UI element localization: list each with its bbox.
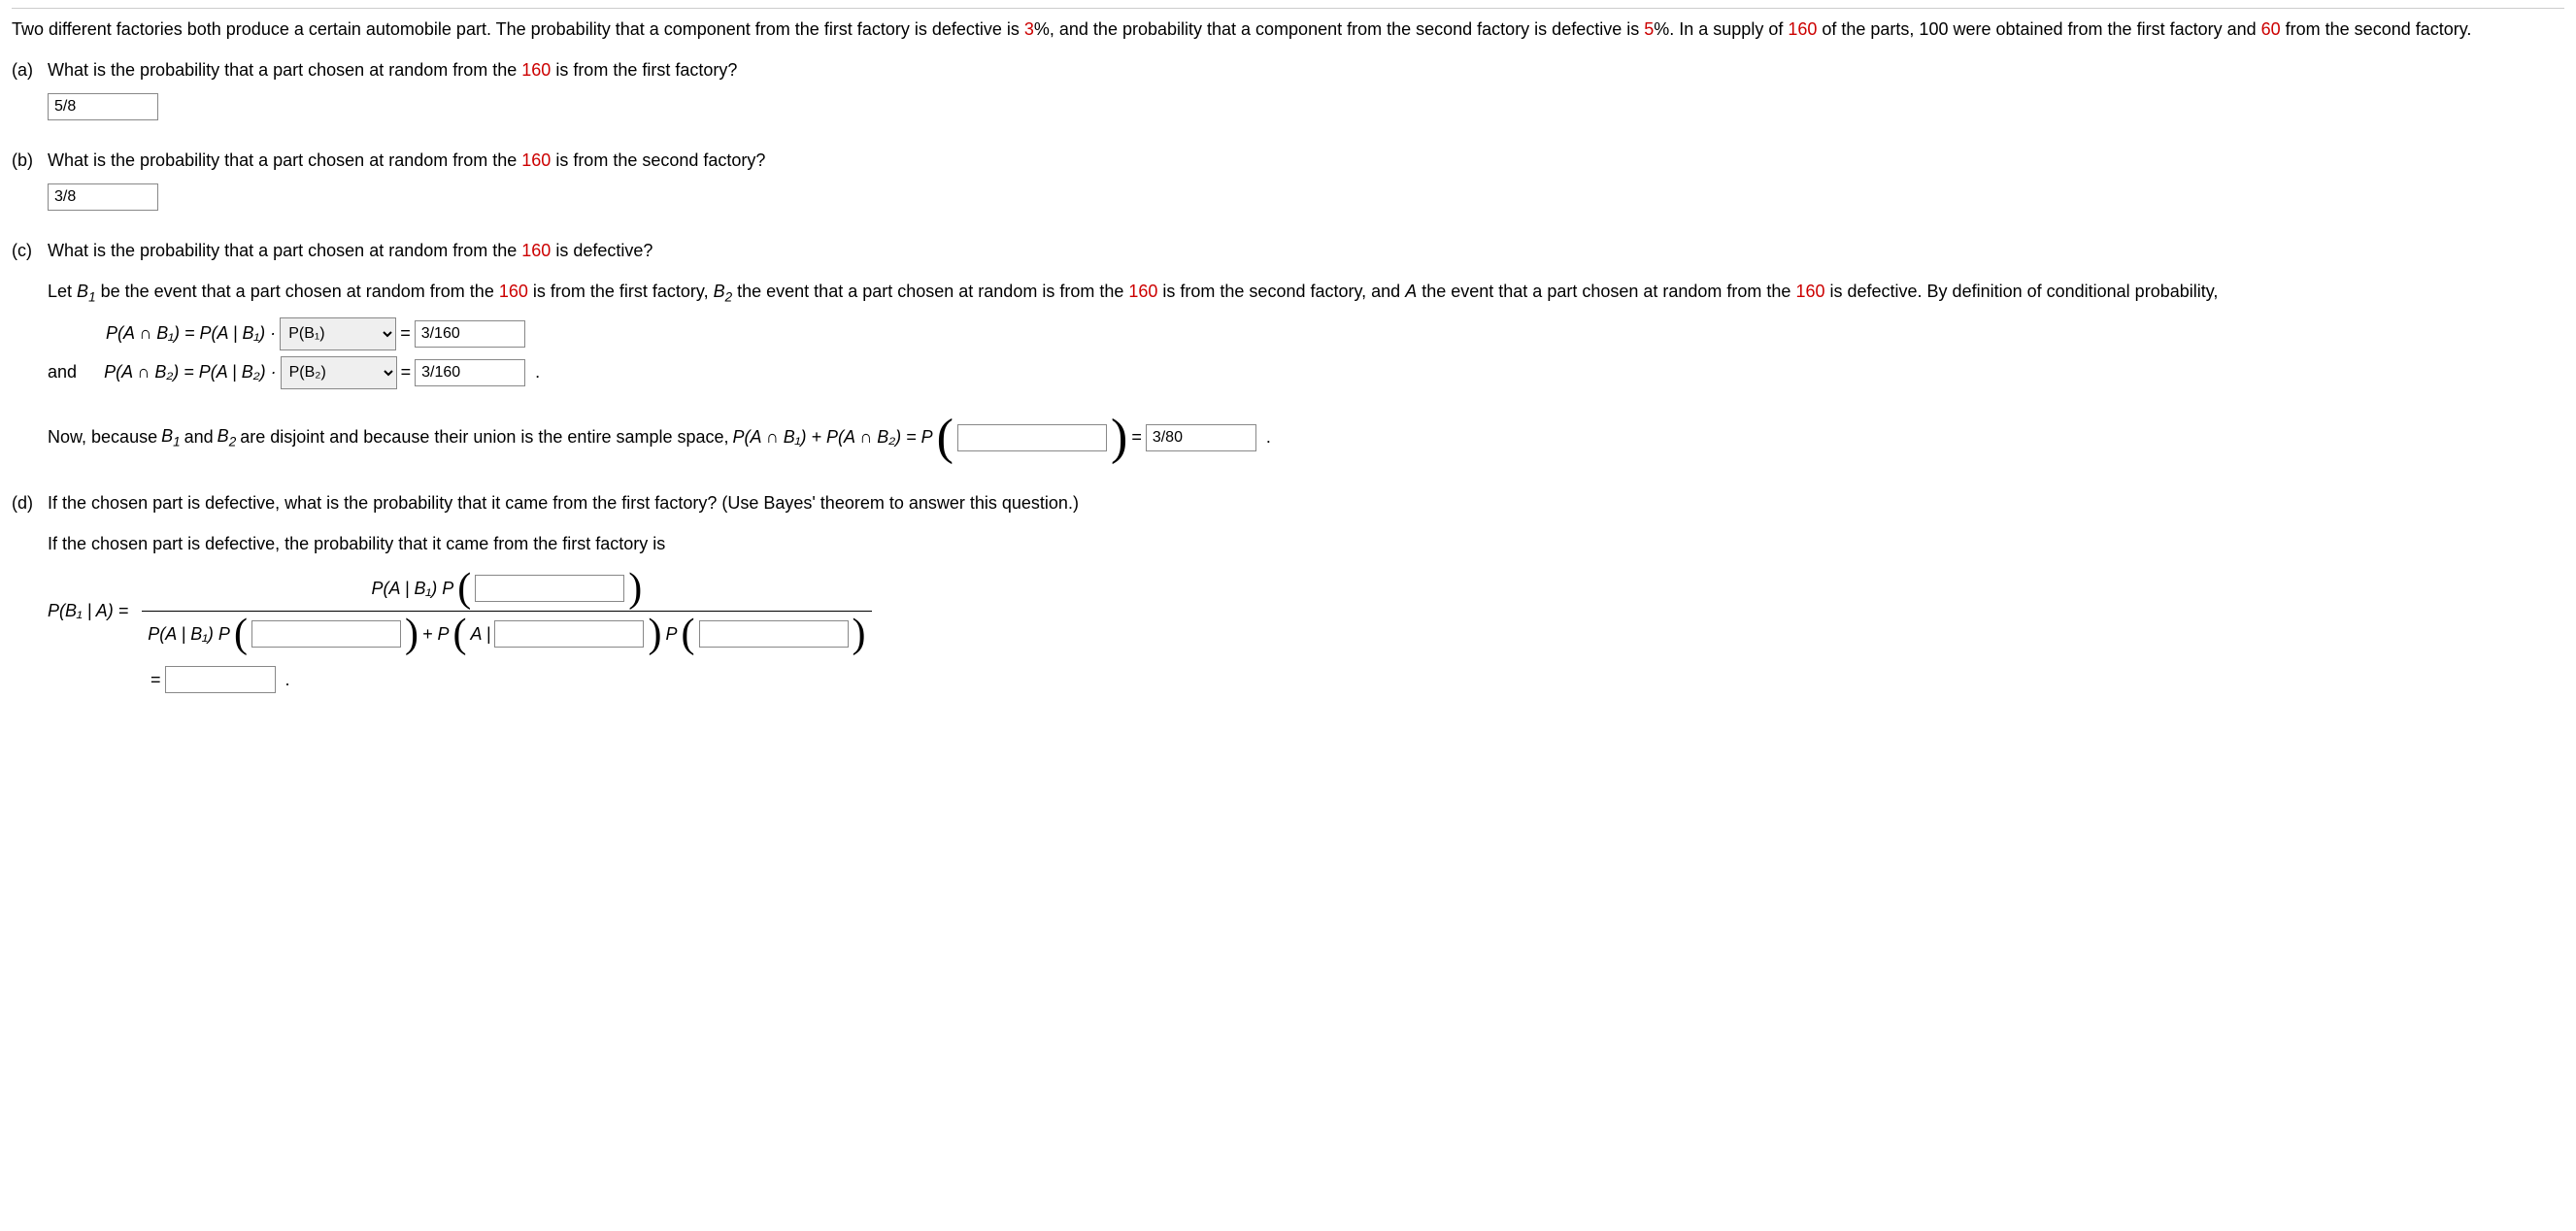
- bayes-den-input-2[interactable]: [494, 620, 644, 648]
- bayes-period: .: [285, 667, 290, 692]
- eq-row1-answer-input[interactable]: [415, 320, 525, 348]
- part-c-let-statement: Let B1 be the event that a part chosen a…: [48, 279, 2561, 307]
- part-c-total: 160: [521, 241, 551, 260]
- part-d-label: (d): [12, 490, 43, 516]
- open-paren-icon: (: [452, 614, 466, 654]
- bayes-den-plus: + P: [422, 621, 450, 647]
- close-paren-icon: ): [628, 568, 642, 609]
- bayes-den-input-1[interactable]: [251, 620, 401, 648]
- close-paren-icon: ): [1111, 413, 1127, 463]
- symbol-B1: B1: [77, 282, 96, 301]
- part-c-question-post: is defective?: [551, 241, 652, 260]
- symbol-B2: B2: [714, 282, 733, 301]
- close-paren-icon: ): [853, 614, 866, 654]
- eq-row1-eq: =: [400, 320, 411, 346]
- eq-row1-lhs: P(A ∩ B₁) = P(A | B₁) ·: [106, 320, 276, 346]
- total-parts: 160: [1788, 19, 1817, 39]
- part-b-total: 160: [521, 150, 551, 170]
- close-paren-icon: ): [405, 614, 418, 654]
- part-a-question-post: is from the first factory?: [551, 60, 737, 80]
- part-d-question: If the chosen part is defective, what is…: [48, 493, 1079, 513]
- bayes-eq2: =: [151, 667, 161, 692]
- part-a-total: 160: [521, 60, 551, 80]
- open-paren-icon: (: [234, 614, 248, 654]
- factory2-count: 60: [2261, 19, 2281, 39]
- part-c-question-pre: What is the probability that a part chos…: [48, 241, 521, 260]
- select-pb1[interactable]: P(B₁) P(B₂) P(A): [280, 317, 396, 350]
- eq-row2-eq: =: [401, 359, 412, 384]
- part-b-answer-input[interactable]: [48, 183, 158, 211]
- now-period: .: [1266, 424, 1271, 449]
- part-d-line2: If the chosen part is defective, the pro…: [48, 531, 2561, 556]
- part-b-question-pre: What is the probability that a part chos…: [48, 150, 521, 170]
- part-a-answer-input[interactable]: [48, 93, 158, 120]
- part-c-now-statement: Now, because B1 and B2 are disjoint and …: [48, 413, 2561, 463]
- eq-row2-lhs: P(A ∩ B₂) = P(A | B₂) ·: [104, 359, 277, 384]
- bayes-den-p2: P: [665, 621, 677, 647]
- part-b-label: (b): [12, 148, 43, 173]
- defect-pct-1: 3: [1024, 19, 1034, 39]
- bayes-num-pre: P(A | B₁) P: [372, 576, 454, 601]
- intro-text-2: %, and the probability that a component …: [1034, 19, 1644, 39]
- intro-text-3: %. In a supply of: [1654, 19, 1788, 39]
- bayes-den-pre: P(A | B₁) P: [148, 621, 230, 647]
- bayes-fraction: P(A | B₁) P ( ) P(A | B₁) P ( ) + P (: [142, 566, 871, 656]
- bayes-num-input[interactable]: [475, 575, 624, 602]
- and-label: and: [48, 359, 77, 384]
- now-event-input[interactable]: [957, 424, 1107, 451]
- bayes-final-answer-input[interactable]: [165, 666, 276, 693]
- intro-text-4: of the parts, 100 were obtained from the…: [1817, 19, 2260, 39]
- part-a-question-pre: What is the probability that a part chos…: [48, 60, 521, 80]
- part-a-label: (a): [12, 57, 43, 83]
- symbol-A: A: [1405, 282, 1417, 301]
- eq-row2-period: .: [535, 359, 540, 384]
- close-paren-icon: ): [648, 614, 661, 654]
- problem-intro: Two different factories both produce a c…: [12, 17, 2564, 42]
- now-eq-lhs: P(A ∩ B₁) + P(A ∩ B₂) = P: [733, 424, 933, 449]
- now-answer-input[interactable]: [1146, 424, 1256, 451]
- part-c-label: (c): [12, 238, 43, 263]
- eq-row2-answer-input[interactable]: [415, 359, 525, 386]
- intro-text-1: Two different factories both produce a c…: [12, 19, 1024, 39]
- open-paren-icon: (: [682, 614, 695, 654]
- open-paren-icon: (: [937, 413, 953, 463]
- open-paren-icon: (: [457, 568, 471, 609]
- select-pb2[interactable]: P(B₂) P(B₁) P(A): [281, 356, 397, 389]
- bayes-den-input-3[interactable]: [699, 620, 849, 648]
- intro-text-5: from the second factory.: [2281, 19, 2472, 39]
- bayes-lhs: P(B₁ | A) =: [48, 598, 128, 623]
- defect-pct-2: 5: [1644, 19, 1654, 39]
- part-b-question-post: is from the second factory?: [551, 150, 765, 170]
- now-eq2: =: [1131, 424, 1142, 449]
